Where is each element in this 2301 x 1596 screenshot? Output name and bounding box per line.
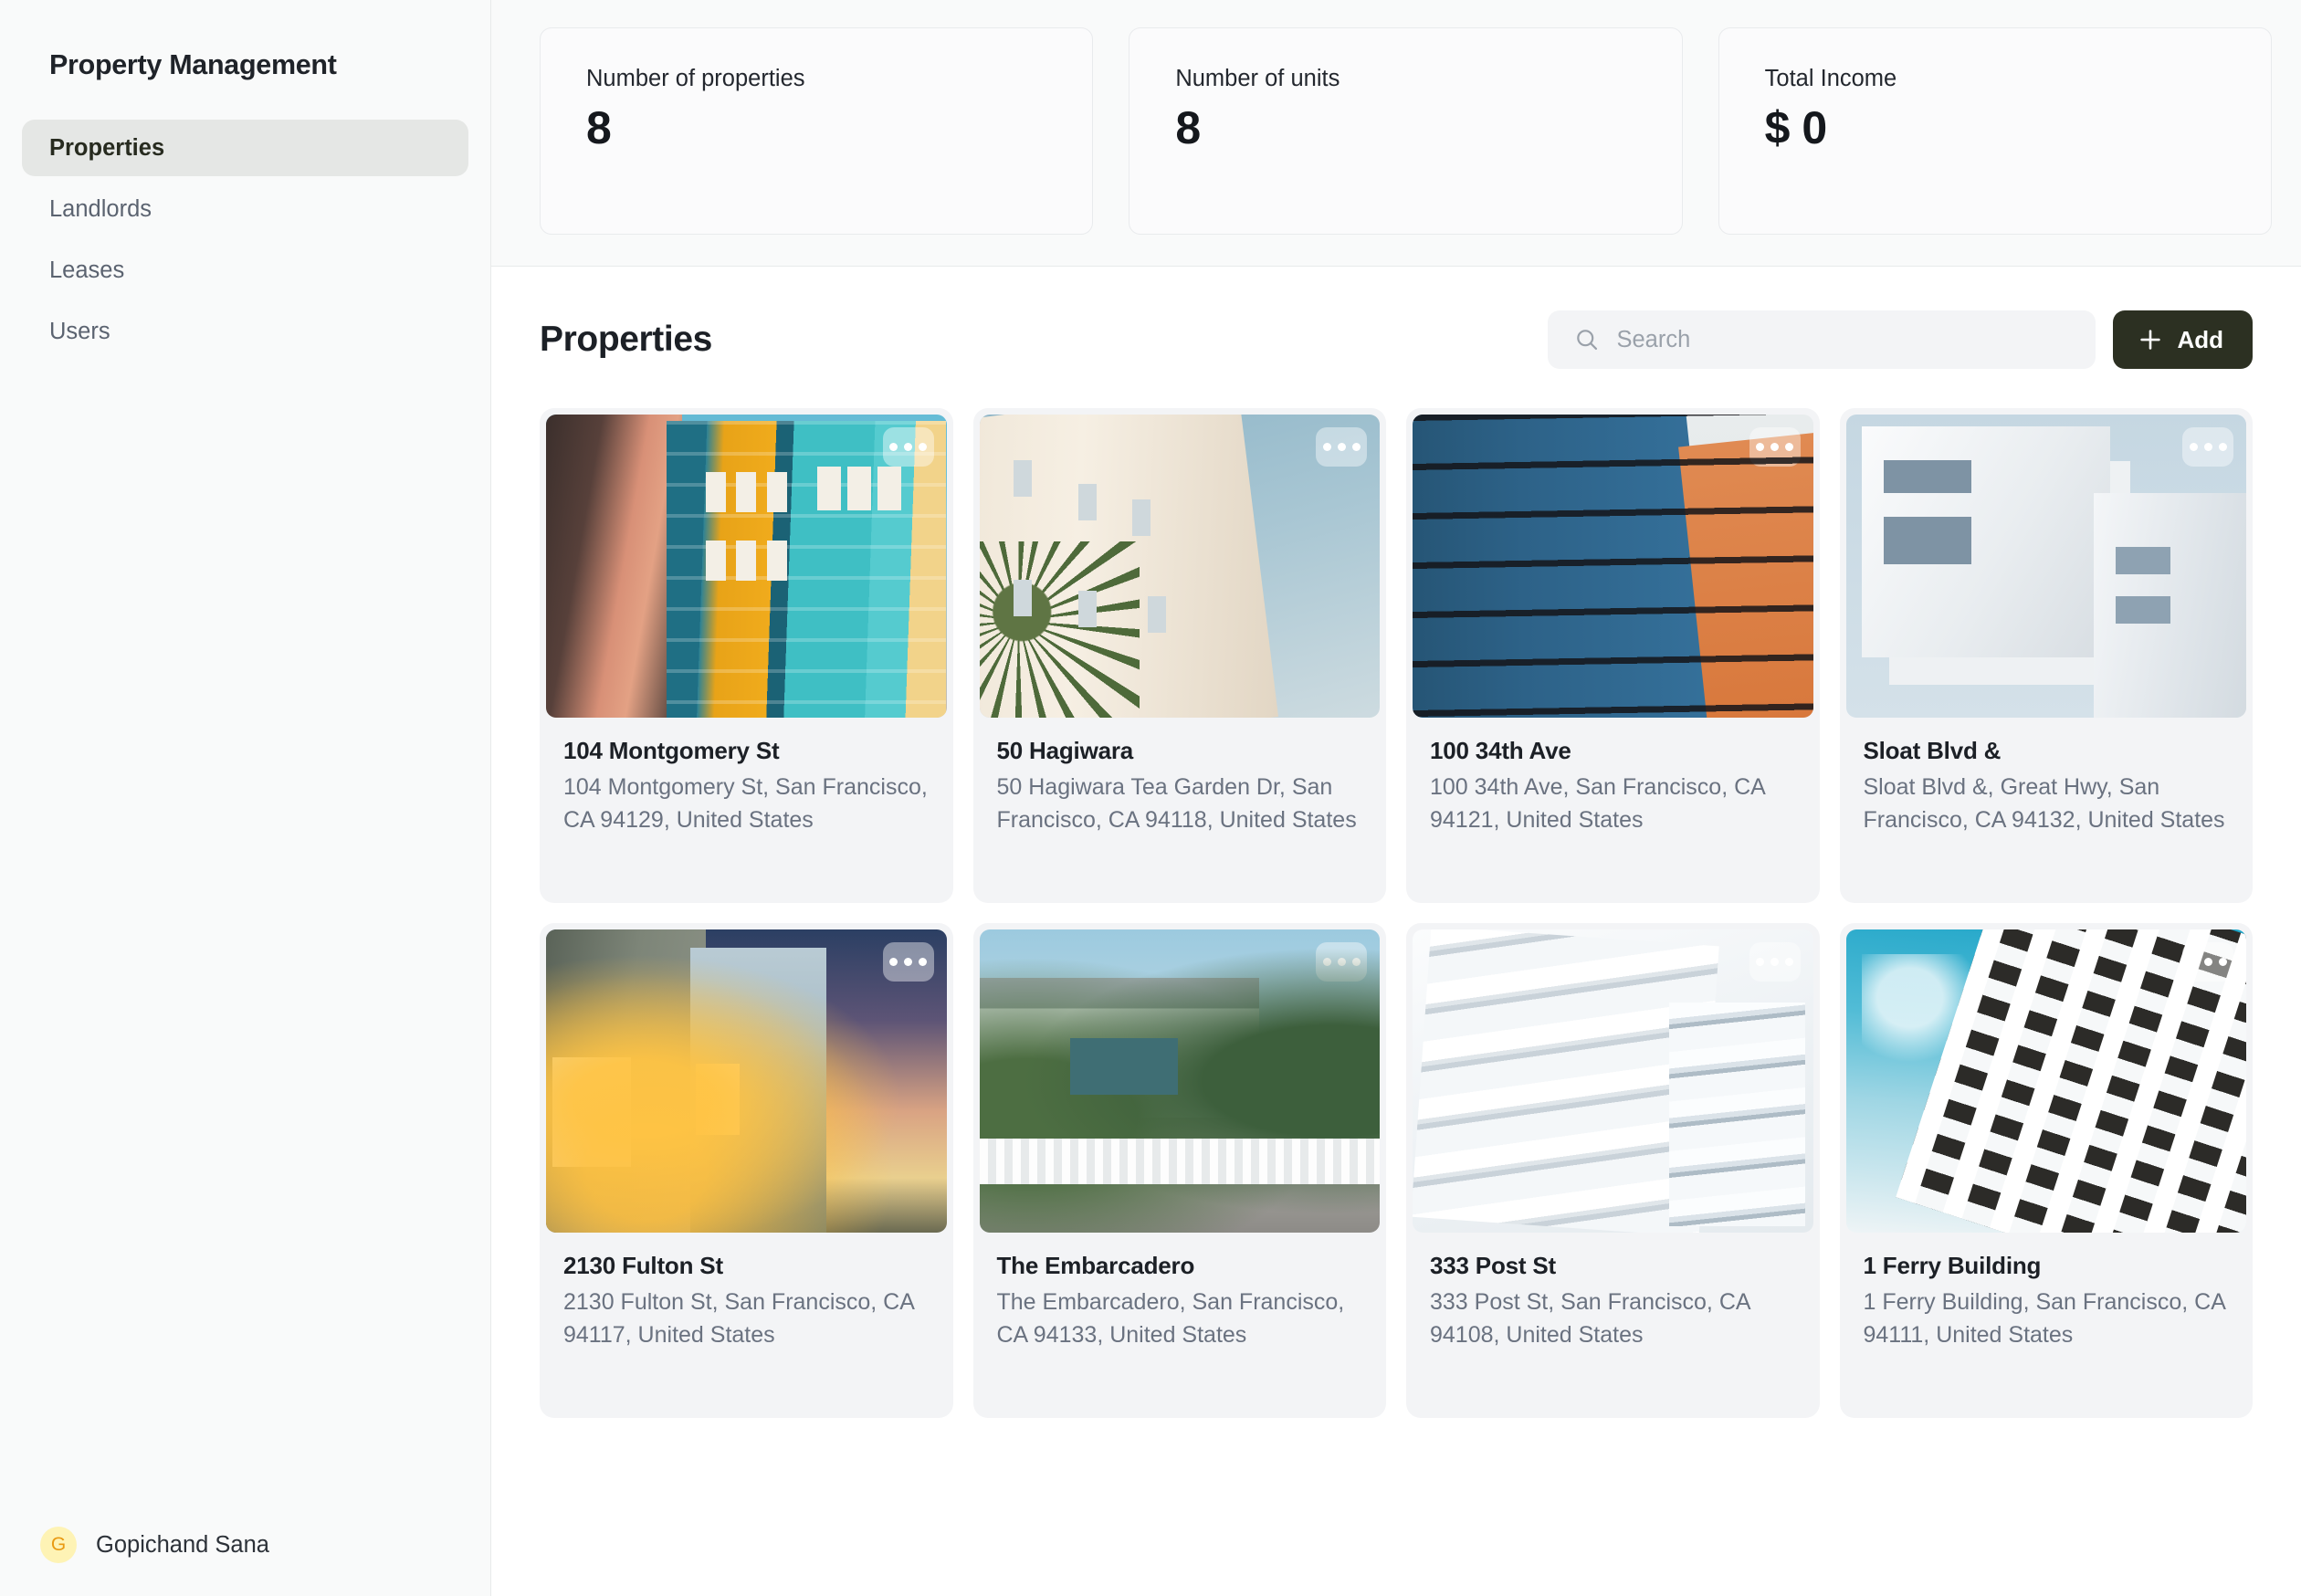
property-card[interactable]: 2130 Fulton St 2130 Fulton St, San Franc… bbox=[540, 923, 953, 1418]
property-thumbnail bbox=[1413, 929, 1813, 1233]
property-thumbnail bbox=[979, 415, 1380, 718]
avatar: G bbox=[40, 1527, 77, 1563]
stats-bar: Number of properties 8 Number of units 8… bbox=[491, 0, 2301, 267]
stat-value: 8 bbox=[1175, 102, 1201, 153]
search-box[interactable] bbox=[1548, 310, 2096, 369]
sidebar: Property Management Properties Landlords… bbox=[0, 0, 491, 1596]
page-title: Properties bbox=[540, 320, 712, 359]
property-address: 104 Montgomery St, San Francisco, CA 941… bbox=[563, 774, 928, 833]
property-photo-blue-cottage-picket-fence bbox=[979, 929, 1380, 1233]
property-card[interactable]: 333 Post St 333 Post St, San Francisco, … bbox=[1406, 923, 1820, 1418]
property-card-body: Sloat Blvd & Sloat Blvd &, Great Hwy, Sa… bbox=[1846, 718, 2247, 860]
sidebar-item-properties[interactable]: Properties bbox=[22, 120, 468, 176]
property-title: The Embarcadero bbox=[996, 1252, 1195, 1279]
property-photo-white-modern-block bbox=[1845, 415, 2246, 718]
property-thumbnail bbox=[1413, 415, 1813, 718]
property-address: Sloat Blvd &, Great Hwy, San Francisco, … bbox=[1863, 774, 2225, 833]
stat-card-properties: Number of properties 8 bbox=[540, 27, 1094, 235]
sidebar-user-profile[interactable]: G Gopichand Sana bbox=[22, 1527, 468, 1596]
user-name-label: Gopichand Sana bbox=[96, 1531, 269, 1558]
more-options-icon[interactable] bbox=[2182, 942, 2233, 982]
stat-card-units: Number of units 8 bbox=[1129, 27, 1683, 235]
add-button-label: Add bbox=[2177, 325, 2223, 353]
property-card-body: 1 Ferry Building 1 Ferry Building, San F… bbox=[1846, 1233, 2247, 1375]
property-thumbnail bbox=[546, 929, 947, 1233]
property-thumbnail bbox=[979, 929, 1380, 1233]
sidebar-item-label: Properties bbox=[49, 134, 165, 161]
stat-label: Number of units bbox=[1175, 66, 1340, 91]
property-title: Sloat Blvd & bbox=[1863, 737, 2002, 764]
property-card-body: 333 Post St 333 Post St, San Francisco, … bbox=[1413, 1233, 1813, 1375]
properties-grid: 104 Montgomery St 104 Montgomery St, San… bbox=[540, 408, 2253, 1418]
property-card[interactable]: The Embarcadero The Embarcadero, San Fra… bbox=[972, 923, 1386, 1418]
main-area: Number of properties 8 Number of units 8… bbox=[491, 0, 2301, 1596]
property-photo-cream-deco-building-palm bbox=[979, 415, 1380, 718]
search-input[interactable] bbox=[1616, 326, 2070, 353]
stat-value: $ 0 bbox=[1764, 102, 1828, 153]
property-title: 100 34th Ave bbox=[1430, 737, 1571, 764]
property-title: 50 Hagiwara bbox=[996, 737, 1134, 764]
property-card-body: 50 Hagiwara 50 Hagiwara Tea Garden Dr, S… bbox=[980, 718, 1381, 860]
property-card-body: 2130 Fulton St 2130 Fulton St, San Franc… bbox=[546, 1233, 947, 1375]
more-options-icon[interactable] bbox=[1749, 942, 1801, 982]
property-address: 50 Hagiwara Tea Garden Dr, San Francisco… bbox=[996, 774, 1357, 833]
sidebar-item-label: Users bbox=[49, 318, 110, 344]
stat-label: Total Income bbox=[1764, 66, 1897, 91]
add-button[interactable]: Add bbox=[2113, 310, 2253, 369]
property-address: 333 Post St, San Francisco, CA 94108, Un… bbox=[1430, 1289, 1750, 1348]
property-address: The Embarcadero, San Francisco, CA 94133… bbox=[996, 1289, 1345, 1348]
property-card[interactable]: 104 Montgomery St 104 Montgomery St, San… bbox=[540, 408, 953, 903]
sidebar-item-leases[interactable]: Leases bbox=[22, 242, 468, 299]
property-thumbnail bbox=[1845, 929, 2246, 1233]
property-address: 100 34th Ave, San Francisco, CA 94121, U… bbox=[1430, 774, 1765, 833]
property-title: 104 Montgomery St bbox=[563, 737, 780, 764]
search-icon bbox=[1577, 330, 1598, 351]
property-card[interactable]: 50 Hagiwara 50 Hagiwara Tea Garden Dr, S… bbox=[972, 408, 1386, 903]
property-address: 1 Ferry Building, San Francisco, CA 9411… bbox=[1863, 1289, 2225, 1348]
sidebar-item-landlords[interactable]: Landlords bbox=[22, 181, 468, 237]
content-panel: Properties Add bbox=[491, 267, 2301, 1596]
sidebar-nav: Properties Landlords Leases Users bbox=[22, 120, 468, 360]
app-brand-title: Property Management bbox=[49, 49, 337, 80]
property-photo-dusk-house-lit-entry bbox=[546, 929, 947, 1233]
property-title: 333 Post St bbox=[1430, 1252, 1556, 1279]
plus-icon bbox=[2140, 330, 2161, 350]
property-thumbnail bbox=[546, 415, 947, 718]
sidebar-item-label: Landlords bbox=[49, 195, 152, 222]
property-title: 2130 Fulton St bbox=[563, 1252, 723, 1279]
sidebar-item-users[interactable]: Users bbox=[22, 303, 468, 360]
content-header-actions: Add bbox=[1548, 310, 2253, 369]
property-card[interactable]: Sloat Blvd & Sloat Blvd &, Great Hwy, Sa… bbox=[1839, 408, 2253, 903]
app-root: Property Management Properties Landlords… bbox=[0, 0, 2301, 1596]
property-photo-colorful-row-houses bbox=[546, 415, 947, 718]
stat-label: Number of properties bbox=[586, 66, 805, 91]
property-address: 2130 Fulton St, San Francisco, CA 94117,… bbox=[563, 1289, 914, 1348]
property-photo-blue-orange-balconies bbox=[1413, 415, 1813, 718]
property-card-body: 104 Montgomery St 104 Montgomery St, San… bbox=[546, 718, 947, 860]
stat-value: 8 bbox=[586, 102, 612, 153]
property-card[interactable]: 100 34th Ave 100 34th Ave, San Francisco… bbox=[1406, 408, 1820, 903]
property-thumbnail bbox=[1845, 415, 2246, 718]
property-card-body: The Embarcadero The Embarcadero, San Fra… bbox=[980, 1233, 1381, 1375]
property-title: 1 Ferry Building bbox=[1863, 1252, 2042, 1279]
content-header: Properties Add bbox=[540, 310, 2253, 369]
stat-card-total-income: Total Income $ 0 bbox=[1718, 27, 2272, 235]
property-card[interactable]: 1 Ferry Building 1 Ferry Building, San F… bbox=[1839, 923, 2253, 1418]
property-card-body: 100 34th Ave 100 34th Ave, San Francisco… bbox=[1413, 718, 1813, 860]
sidebar-item-label: Leases bbox=[49, 257, 125, 283]
